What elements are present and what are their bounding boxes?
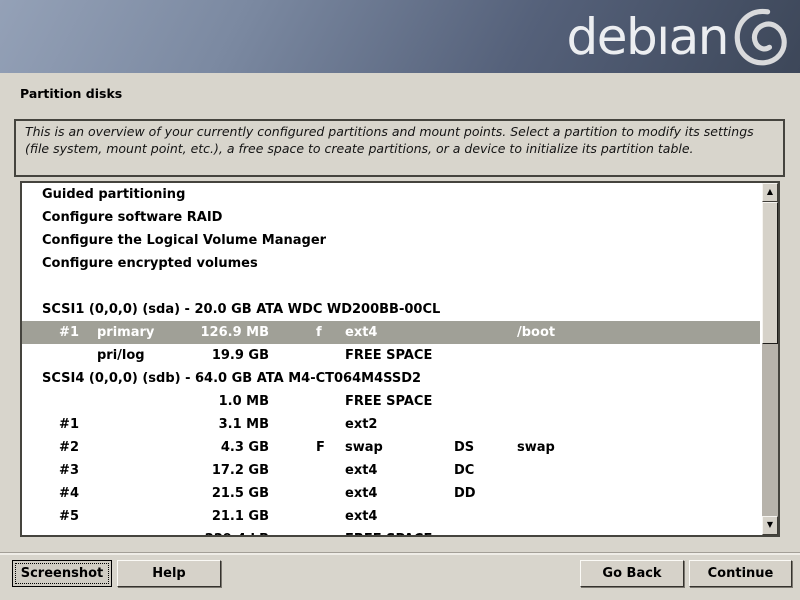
partition-number: #1 [42,325,79,340]
installer-window: deb ı an Partition disks This is an over… [0,0,800,600]
partition-fs: ext4 [345,463,377,478]
help-button[interactable]: Help [117,560,221,587]
disk-header-sdb[interactable]: SCSI4 (0,0,0) (sdb) - 64.0 GB ATA M4-CT0… [22,367,760,390]
list-option-configure-lvm[interactable]: Configure the Logical Volume Manager [22,229,760,252]
partition-size: 21.5 GB [162,486,269,501]
disk-header-label: SCSI1 (0,0,0) (sda) - 20.0 GB ATA WDC WD… [42,302,440,317]
partition-row-clipped[interactable]: 229.4 kB FREE SPACE [22,528,760,537]
wordmark-part: deb [567,9,657,65]
partition-flag: F [316,440,325,455]
debian-swirl-icon [734,8,790,66]
partition-row-sdb-free1[interactable]: 1.0 MB FREE SPACE [22,390,760,413]
partition-size: 17.2 GB [162,463,269,478]
partition-row-sdb4[interactable]: #4 21.5 GB ext4 DD [22,482,760,505]
list-option-label: Guided partitioning [42,187,185,202]
wordmark-part: an [669,9,728,65]
list-option-guided-partitioning[interactable]: Guided partitioning [22,183,760,206]
partition-row-sda-free[interactable]: pri/log 19.9 GB FREE SPACE [22,344,760,367]
description-box: This is an overview of your currently co… [14,119,785,177]
partition-fs: ext2 [345,417,377,432]
screenshot-button[interactable]: Screenshot [12,560,112,587]
partition-list-rows: Guided partitioning Configure software R… [22,183,760,537]
blank-row [22,275,760,298]
partition-number: #4 [42,486,79,501]
debian-banner: deb ı an [0,0,800,73]
list-option-label: Configure software RAID [42,210,222,225]
disk-header-label: SCSI4 (0,0,0) (sdb) - 64.0 GB ATA M4-CT0… [42,371,421,386]
partition-fs: FREE SPACE [345,348,432,363]
disk-header-sda[interactable]: SCSI1 (0,0,0) (sda) - 20.0 GB ATA WDC WD… [22,298,760,321]
continue-button[interactable]: Continue [689,560,792,587]
partition-label: DC [454,463,474,478]
partition-number: #5 [42,509,79,524]
partition-label: DD [454,486,476,501]
partition-fs: FREE SPACE [345,394,432,409]
partition-fs: FREE SPACE [345,532,432,537]
partition-mount: /boot [517,325,555,340]
partition-number: #1 [42,417,79,432]
partition-number: #3 [42,463,79,478]
partition-size: 3.1 MB [162,417,269,432]
wordmark-i: ı [656,9,668,65]
go-back-button[interactable]: Go Back [580,560,684,587]
partition-list: Guided partitioning Configure software R… [20,181,780,537]
debian-wordmark: deb ı an [567,9,729,65]
partition-mount: swap [517,440,555,455]
page-title: Partition disks [20,86,122,101]
partition-size: 21.1 GB [162,509,269,524]
partition-flag: f [316,325,322,340]
scrollbar-thumb[interactable] [762,202,778,344]
partition-size: 1.0 MB [162,394,269,409]
list-option-configure-raid[interactable]: Configure software RAID [22,206,760,229]
partition-label: DS [454,440,474,455]
partition-row-sdb2[interactable]: #2 4.3 GB F swap DS swap [22,436,760,459]
list-option-configure-encrypted[interactable]: Configure encrypted volumes [22,252,760,275]
partition-row-sdb1[interactable]: #1 3.1 MB ext2 [22,413,760,436]
partition-row-sdb3[interactable]: #3 17.2 GB ext4 DC [22,459,760,482]
partition-fs: ext4 [345,486,377,501]
partition-fs: ext4 [345,325,377,340]
scroll-down-icon[interactable]: ▼ [762,516,778,535]
scroll-up-icon[interactable]: ▲ [762,183,778,202]
footer-divider [0,552,800,555]
partition-row-sda1-selected[interactable]: #1 primary 126.9 MB f ext4 /boot [22,321,760,344]
partition-fs: swap [345,440,383,455]
partition-type: primary [97,325,154,340]
partition-size: 19.9 GB [162,348,269,363]
partition-size: 4.3 GB [162,440,269,455]
list-option-label: Configure encrypted volumes [42,256,258,271]
partition-fs: ext4 [345,509,377,524]
partition-number: #2 [42,440,79,455]
partition-row-sdb5[interactable]: #5 21.1 GB ext4 [22,505,760,528]
partition-size: 229.4 kB [162,532,269,537]
vertical-scrollbar[interactable]: ▲ ▼ [762,183,778,535]
partition-size: 126.9 MB [162,325,269,340]
list-option-label: Configure the Logical Volume Manager [42,233,326,248]
partition-type: pri/log [97,348,145,363]
